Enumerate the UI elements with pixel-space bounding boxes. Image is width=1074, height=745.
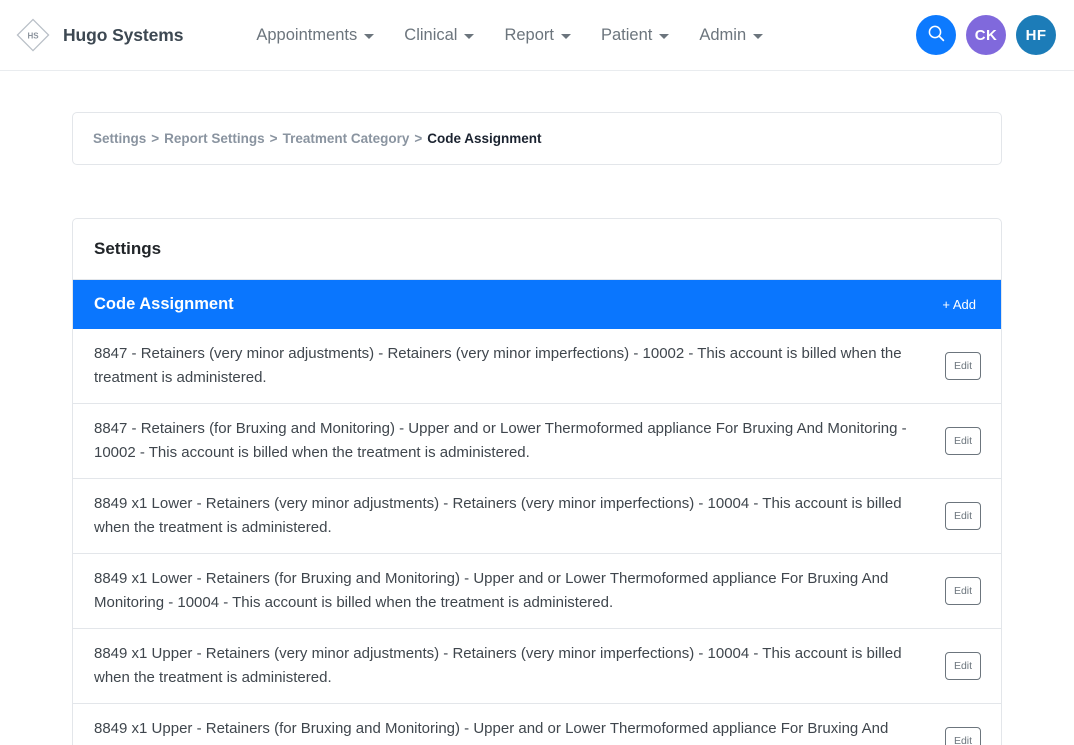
nav-item-patient[interactable]: Patient <box>586 18 684 53</box>
content-container: Settings > Report Settings > Treatment C… <box>72 112 1002 745</box>
brand-logo-link[interactable]: HS Hugo Systems <box>14 16 193 54</box>
chevron-down-icon <box>364 34 374 39</box>
edit-button[interactable]: Edit <box>945 502 981 530</box>
nav-item-label: Admin <box>699 26 746 45</box>
breadcrumb-item-settings[interactable]: Settings <box>93 131 146 146</box>
row-description: 8847 - Retainers (for Bruxing and Monito… <box>94 417 931 465</box>
diamond-hs-logo-icon: HS <box>14 16 52 54</box>
nav-item-label: Report <box>504 26 554 45</box>
table-row: 8847 - Retainers (for Bruxing and Monito… <box>73 404 1001 479</box>
avatar-ck[interactable]: CK <box>966 15 1006 55</box>
avatar-initials: HF <box>1026 27 1047 44</box>
nav-item-report[interactable]: Report <box>489 18 586 53</box>
section-title: Code Assignment <box>94 295 234 314</box>
nav-item-label: Patient <box>601 26 652 45</box>
add-button[interactable]: + Add <box>938 295 980 314</box>
nav-item-label: Clinical <box>404 26 457 45</box>
breadcrumb-card: Settings > Report Settings > Treatment C… <box>72 112 1002 165</box>
row-description: 8849 x1 Lower - Retainers (for Bruxing a… <box>94 567 931 615</box>
table-row: 8849 x1 Lower - Retainers (very minor ad… <box>73 479 1001 554</box>
avatar-initials: CK <box>975 27 997 44</box>
row-description: 8849 x1 Upper - Retainers (very minor ad… <box>94 642 931 690</box>
row-description: 8849 x1 Upper - Retainers (for Bruxing a… <box>94 717 931 745</box>
chevron-down-icon <box>464 34 474 39</box>
nav-item-appointments[interactable]: Appointments <box>241 18 389 53</box>
breadcrumb-item-report-settings[interactable]: Report Settings <box>164 131 265 146</box>
navbar-actions: CK HF <box>916 15 1056 55</box>
page-body: Settings > Report Settings > Treatment C… <box>0 71 1074 745</box>
breadcrumb-separator: > <box>270 131 278 146</box>
breadcrumb-item-code-assignment: Code Assignment <box>427 131 541 146</box>
table-row: 8847 - Retainers (very minor adjustments… <box>73 329 1001 404</box>
edit-button[interactable]: Edit <box>945 652 981 680</box>
row-description: 8849 x1 Lower - Retainers (very minor ad… <box>94 492 931 540</box>
settings-card: Settings Code Assignment + Add 8847 - Re… <box>72 218 1002 745</box>
edit-button[interactable]: Edit <box>945 727 981 745</box>
search-button[interactable] <box>916 15 956 55</box>
row-description: 8847 - Retainers (very minor adjustments… <box>94 342 931 390</box>
breadcrumb-separator: > <box>151 131 159 146</box>
avatar-hf[interactable]: HF <box>1016 15 1056 55</box>
code-assignment-header: Code Assignment + Add <box>73 280 1001 329</box>
chevron-down-icon <box>659 34 669 39</box>
chevron-down-icon <box>753 34 763 39</box>
table-row: 8849 x1 Lower - Retainers (for Bruxing a… <box>73 554 1001 629</box>
edit-button[interactable]: Edit <box>945 577 981 605</box>
breadcrumb-item-treatment-category[interactable]: Treatment Category <box>283 131 410 146</box>
code-assignment-list: 8847 - Retainers (very minor adjustments… <box>73 329 1001 745</box>
nav-item-admin[interactable]: Admin <box>684 18 778 53</box>
main-nav: Appointments Clinical Report Patient Adm… <box>241 18 778 53</box>
table-row: 8849 x1 Upper - Retainers (very minor ad… <box>73 629 1001 704</box>
edit-button[interactable]: Edit <box>945 352 981 380</box>
breadcrumb-separator: > <box>414 131 422 146</box>
edit-button[interactable]: Edit <box>945 427 981 455</box>
top-navbar: HS Hugo Systems Appointments Clinical Re… <box>0 0 1074 71</box>
search-icon <box>927 24 946 47</box>
breadcrumb: Settings > Report Settings > Treatment C… <box>93 131 981 146</box>
svg-text:HS: HS <box>27 32 39 41</box>
page-title: Settings <box>73 219 1001 280</box>
brand-name: Hugo Systems <box>63 25 183 46</box>
nav-item-clinical[interactable]: Clinical <box>389 18 489 53</box>
table-row: 8849 x1 Upper - Retainers (for Bruxing a… <box>73 704 1001 745</box>
nav-item-label: Appointments <box>256 26 357 45</box>
chevron-down-icon <box>561 34 571 39</box>
